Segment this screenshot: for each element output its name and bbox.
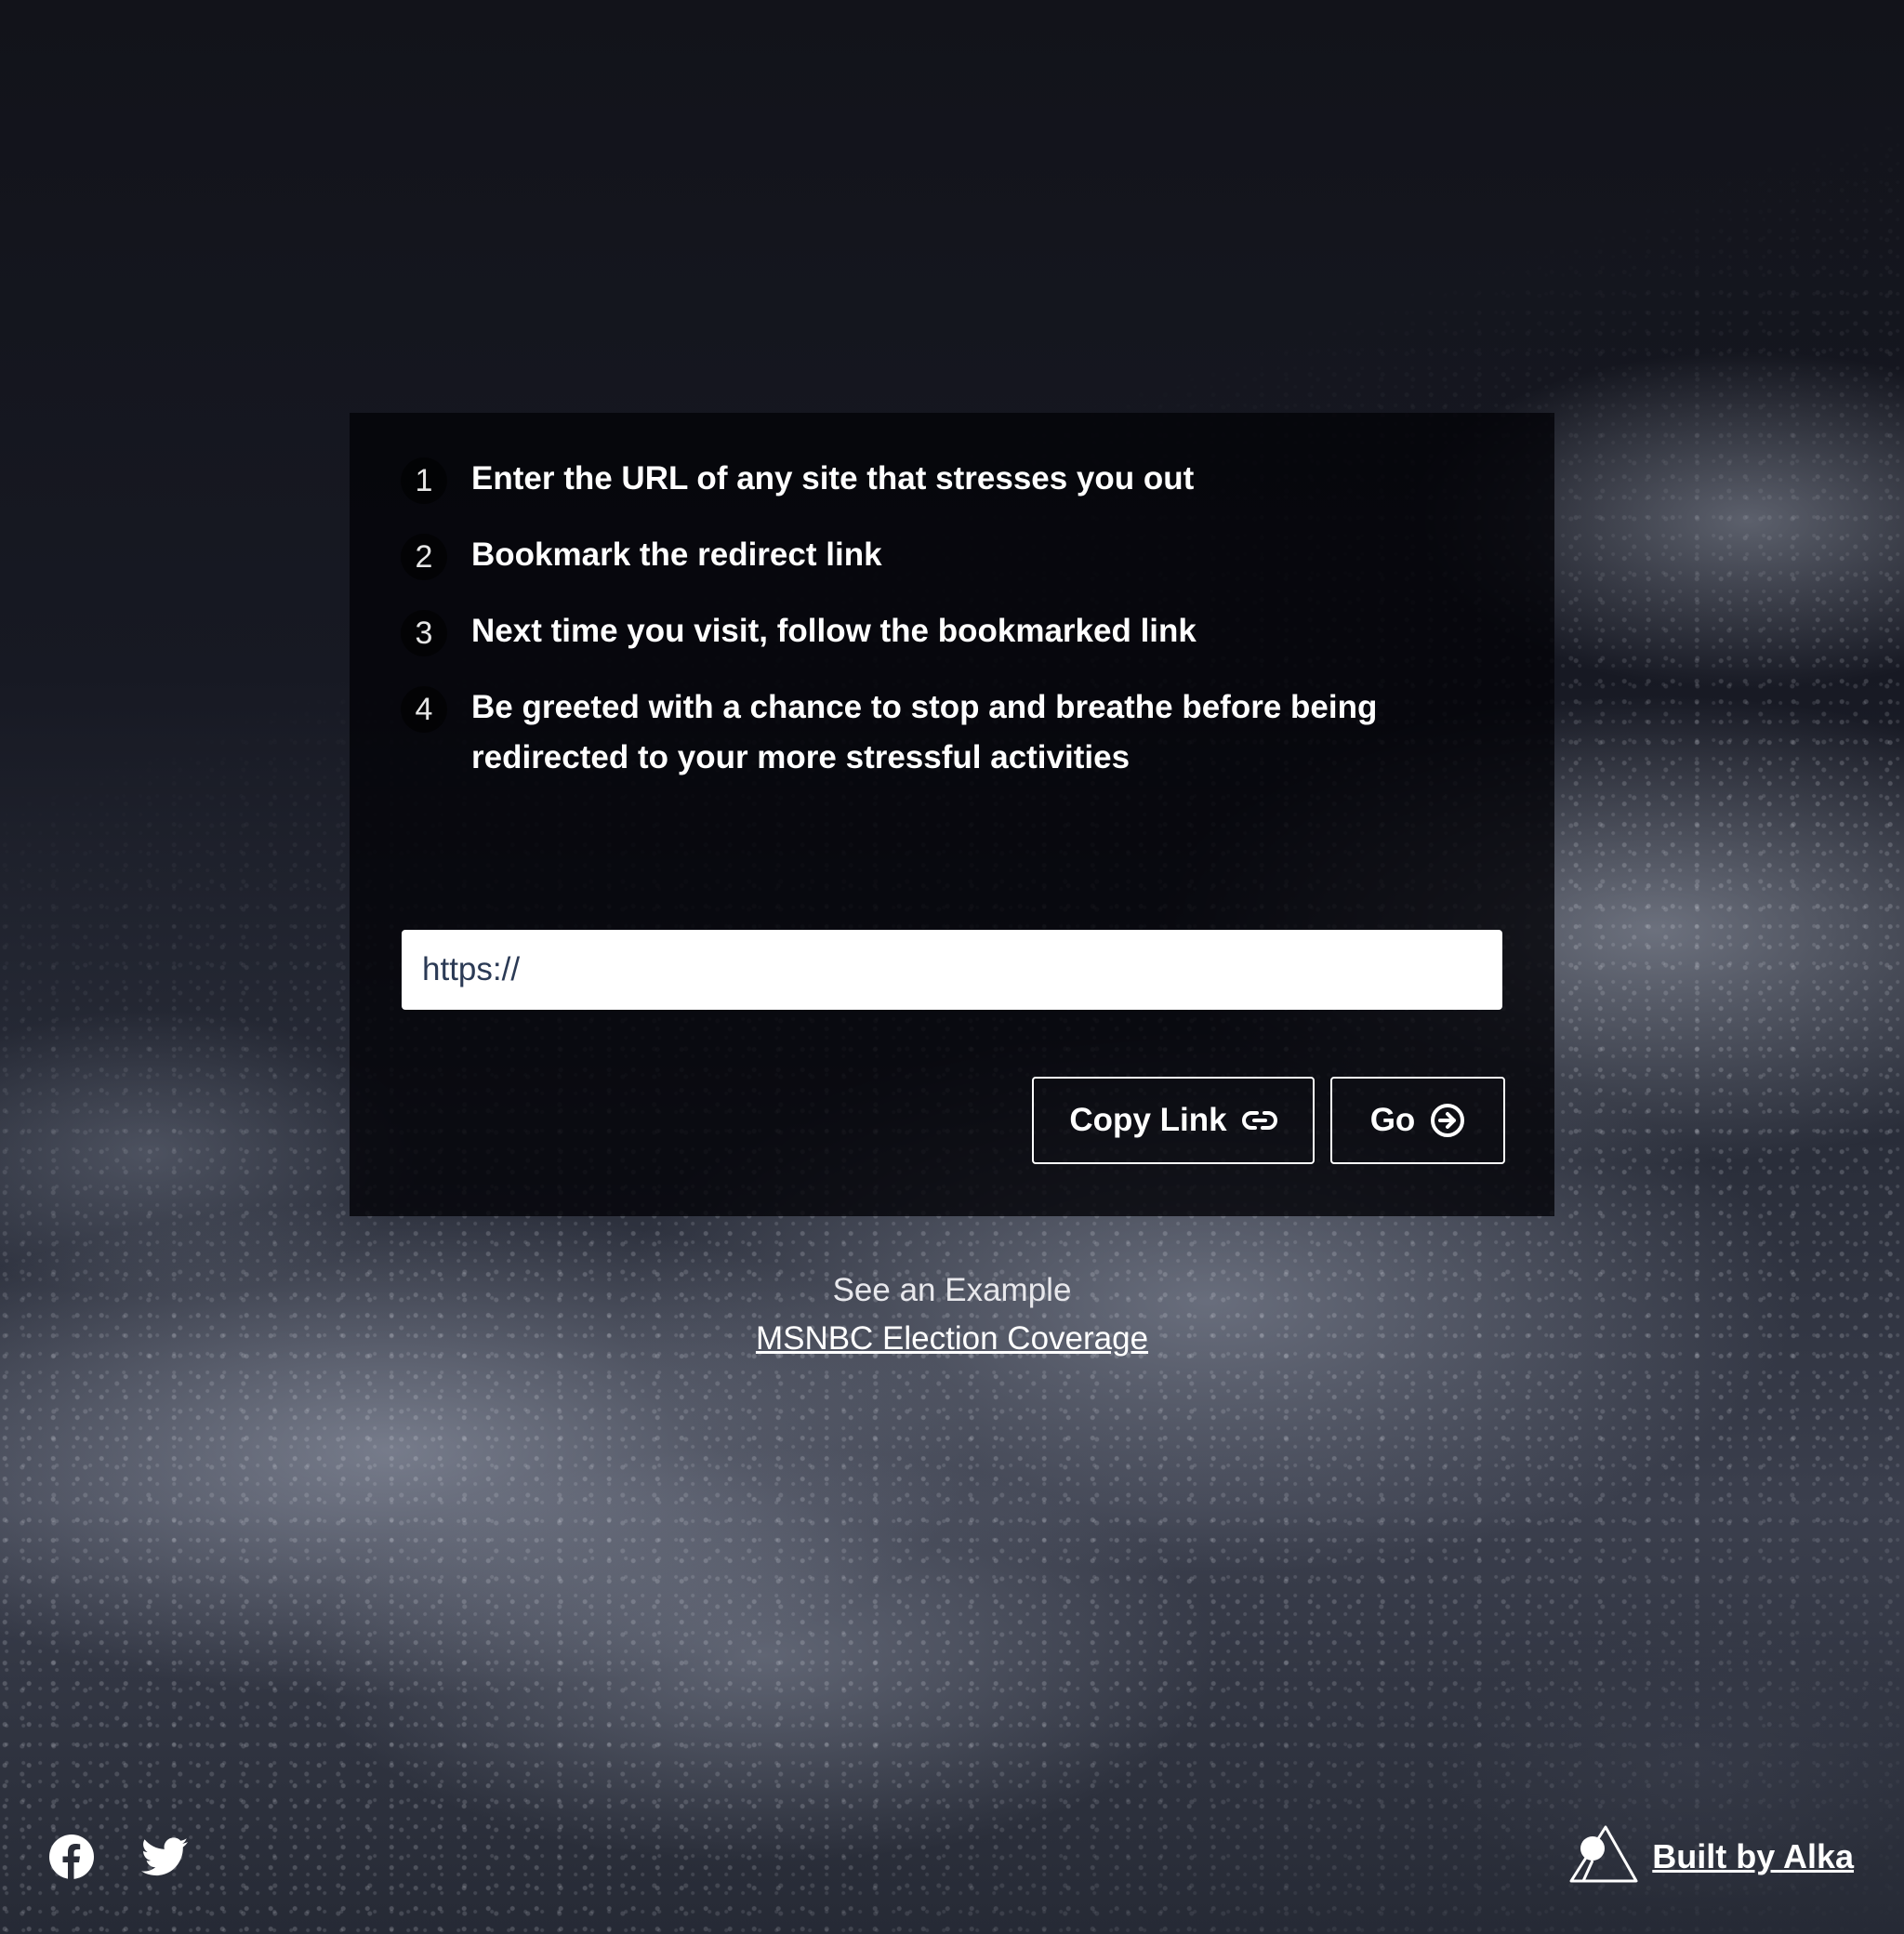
built-by-link[interactable]: Built by Alka [1652,1837,1854,1876]
social-links [48,1834,234,1880]
step-number: 3 [401,610,447,656]
step-number: 1 [401,457,447,504]
credit: Built by Alka [1568,1824,1854,1888]
step-text: Bookmark the redirect link [471,536,882,573]
step-number: 4 [401,686,447,733]
copy-link-label: Copy Link [1069,1102,1227,1138]
facebook-icon[interactable] [48,1834,95,1880]
steps-list: 1 Enter the URL of any site that stresse… [401,457,1479,816]
step-text: Be greeted with a chance to stop and bre… [471,689,1378,775]
go-button[interactable]: Go [1330,1077,1505,1164]
example-section: See an Example MSNBC Election Coverage [0,1268,1904,1365]
instructions-panel: 1 Enter the URL of any site that stresse… [350,413,1554,1216]
link-icon [1241,1108,1277,1133]
arrow-circle-right-icon [1430,1103,1465,1138]
step-text: Next time you visit, follow the bookmark… [471,613,1197,649]
step-item: 2 Bookmark the redirect link [401,534,1479,580]
example-link[interactable]: MSNBC Election Coverage [756,1313,1148,1365]
step-item: 3 Next time you visit, follow the bookma… [401,610,1479,656]
step-number: 2 [401,534,447,580]
step-item: 1 Enter the URL of any site that stresse… [401,457,1479,504]
twitter-icon[interactable] [141,1837,188,1876]
example-label: See an Example [832,1272,1072,1308]
url-input[interactable] [402,930,1502,1010]
step-text: Enter the URL of any site that stresses … [471,460,1195,497]
copy-link-button[interactable]: Copy Link [1032,1077,1315,1164]
step-item: 4 Be greeted with a chance to stop and b… [401,686,1479,783]
go-label: Go [1369,1102,1416,1138]
alka-logo-icon [1568,1824,1639,1888]
